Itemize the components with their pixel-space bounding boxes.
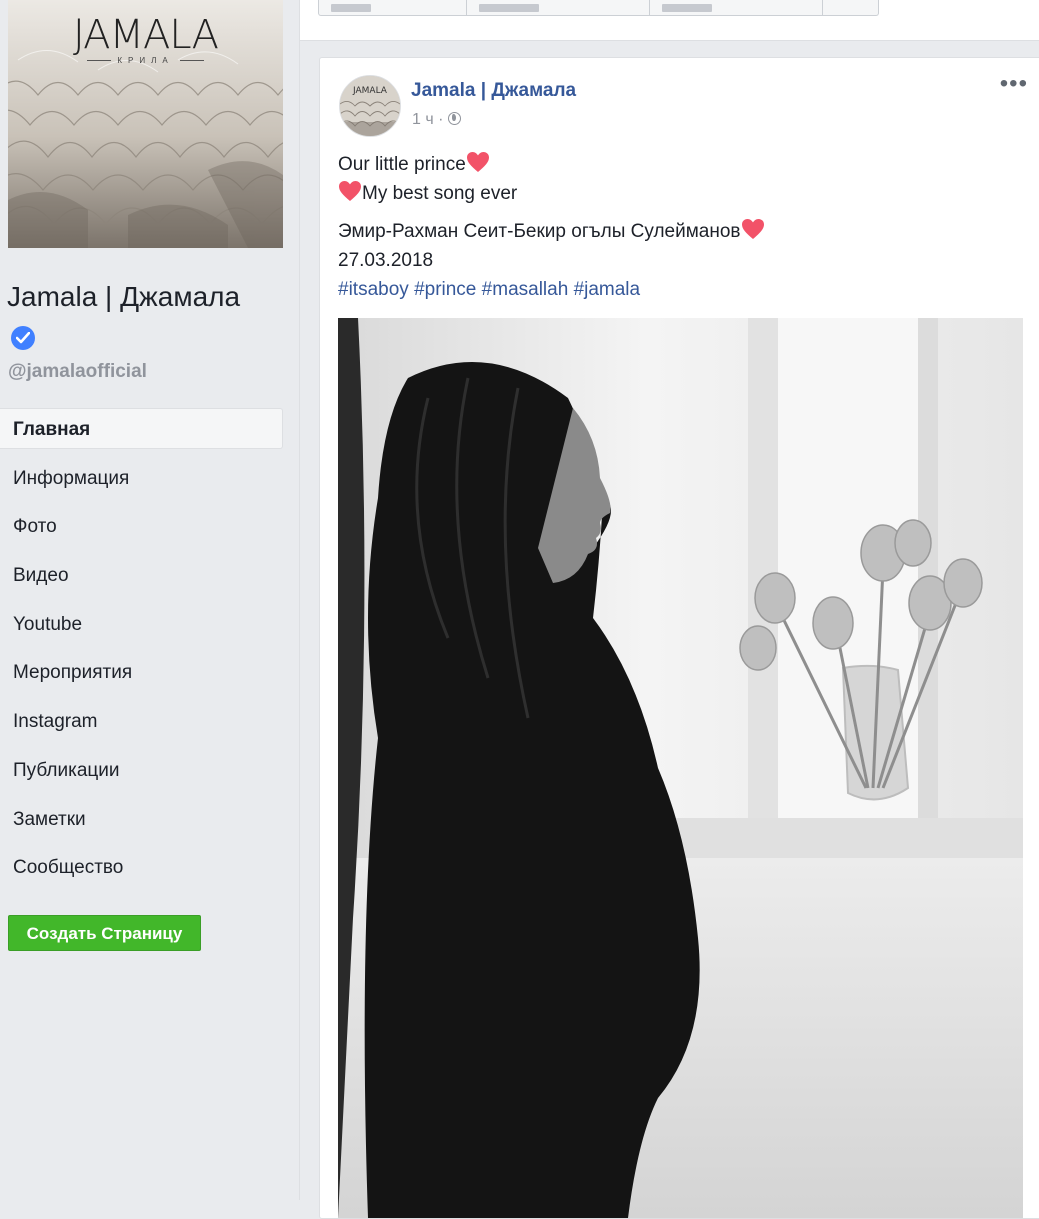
nav-item-home[interactable]: Главная xyxy=(0,408,283,449)
more-options-icon[interactable]: ••• xyxy=(1000,72,1028,96)
page-handle[interactable]: @jamalaofficial xyxy=(8,361,147,383)
avatar[interactable]: JAMALA xyxy=(339,75,401,137)
create-page-button[interactable]: Создать Страницу xyxy=(8,915,201,951)
verified-badge-icon xyxy=(11,325,35,350)
nav-item-youtube[interactable]: Youtube xyxy=(0,603,283,644)
post-line-2: My best song ever xyxy=(338,179,1018,208)
nav-item-info[interactable]: Информация xyxy=(0,457,283,498)
profile-cover-image[interactable]: JAMALA КРИЛА xyxy=(8,0,283,248)
heart-emoji-icon xyxy=(741,218,764,239)
action-tab-3[interactable] xyxy=(650,0,823,15)
action-tab-1[interactable] xyxy=(319,0,467,15)
post-meta: 1 ч · xyxy=(412,111,461,129)
page-nav: Главная Информация Фото Видео Youtube Ме… xyxy=(0,408,283,895)
post-line-3: Эмир-Рахман Сеит-Бекир огълы Сулейманов xyxy=(338,217,1018,246)
cover-logo-subtitle: КРИЛА xyxy=(8,56,283,65)
action-tabs xyxy=(318,0,879,16)
post-photo-image xyxy=(338,318,1023,1218)
post-author-link[interactable]: Jamala | Джамала xyxy=(411,80,576,102)
hashtag-link[interactable]: #itsaboy xyxy=(338,279,409,300)
post-date-line: 27.03.2018 xyxy=(338,250,434,271)
nav-item-instagram[interactable]: Instagram xyxy=(0,700,283,741)
post-hashtags: #itsaboy #prince #masallah #jamala xyxy=(338,275,1018,304)
page-title[interactable]: Jamala | Джамала xyxy=(7,276,267,360)
post-body: Our little prince My best song ever Эмир… xyxy=(338,150,1018,304)
globe-icon[interactable] xyxy=(447,112,461,126)
heart-emoji-icon xyxy=(466,151,489,172)
post-line-1-text: Our little prince xyxy=(338,154,466,175)
action-tab-more[interactable] xyxy=(823,0,878,15)
top-action-bar xyxy=(300,0,1039,41)
heart-emoji-icon xyxy=(339,180,361,201)
hashtag-link[interactable]: #masallah xyxy=(482,279,569,300)
hashtag-link[interactable]: #prince xyxy=(414,279,476,300)
action-tab-2[interactable] xyxy=(467,0,650,15)
post-line-1: Our little prince xyxy=(338,150,1018,179)
nav-item-notes[interactable]: Заметки xyxy=(0,798,283,839)
avatar-feather-image: JAMALA xyxy=(340,76,400,136)
sidebar-divider xyxy=(299,0,300,1200)
post-timestamp[interactable]: 1 ч xyxy=(412,111,434,128)
nav-item-community[interactable]: Сообщество xyxy=(0,846,283,887)
page-name-text[interactable]: Jamala | Джамала xyxy=(7,281,240,312)
nav-item-posts[interactable]: Публикации xyxy=(0,749,283,790)
nav-item-photos[interactable]: Фото xyxy=(0,505,283,546)
left-sidebar: JAMALA КРИЛА Jamala | Джамала @jamalaoff… xyxy=(0,0,300,1200)
nav-item-videos[interactable]: Видео xyxy=(0,554,283,595)
hashtag-link[interactable]: #jamala xyxy=(574,279,641,300)
post-photo[interactable] xyxy=(338,318,1023,1218)
cover-logo: JAMALA xyxy=(73,12,219,58)
post-line-2-text: My best song ever xyxy=(362,183,518,204)
post-card: JAMALA Jamala | Джамала 1 ч · ••• Our li… xyxy=(319,57,1039,1219)
post-line-3-text: Эмир-Рахман Сеит-Бекир огълы Сулейманов xyxy=(338,221,741,242)
svg-text:JAMALA: JAMALA xyxy=(352,86,388,96)
nav-item-events[interactable]: Мероприятия xyxy=(0,651,283,692)
meta-separator: · xyxy=(438,111,444,128)
